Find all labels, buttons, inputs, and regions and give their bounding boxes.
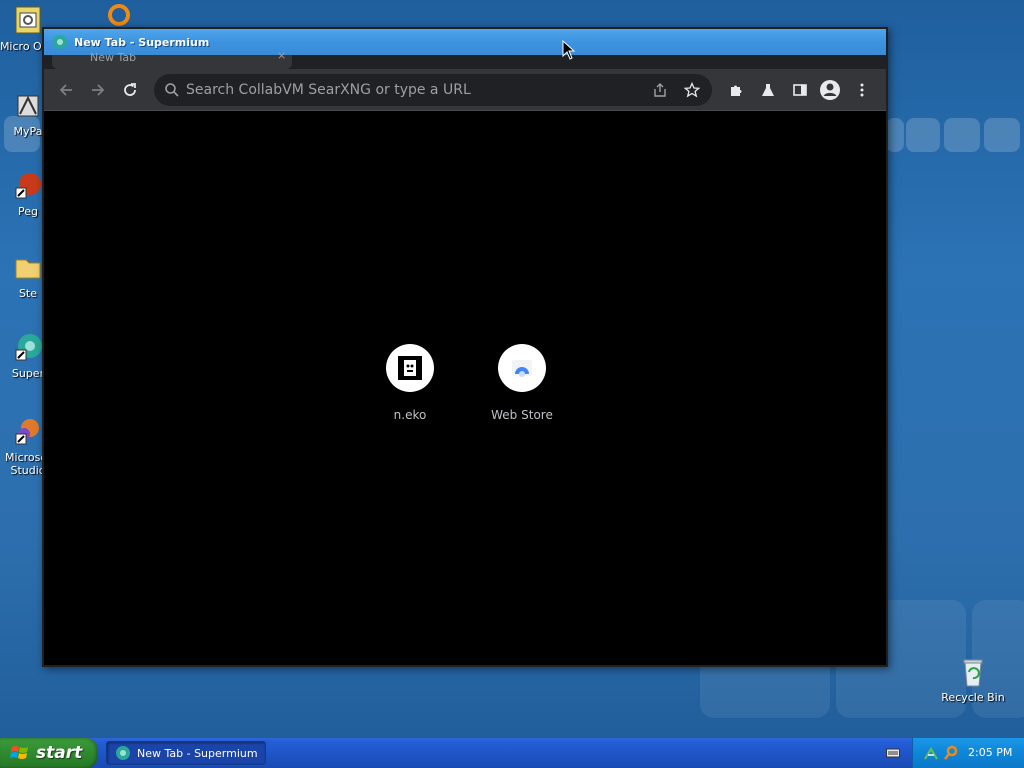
shortcut-label: n.eko bbox=[393, 408, 427, 422]
profile-button[interactable] bbox=[818, 78, 842, 102]
menu-button[interactable] bbox=[850, 78, 874, 102]
reload-button[interactable] bbox=[118, 78, 142, 102]
taskbar-item-supermium[interactable]: New Tab - Supermium bbox=[106, 741, 266, 765]
desktop-decor-tile bbox=[944, 118, 980, 152]
shortcut-tile bbox=[386, 344, 434, 392]
ring-icon bbox=[105, 2, 133, 30]
keyboard-icon[interactable] bbox=[886, 747, 900, 759]
browser-window: New Tab - Supermium New Tab × Search Col… bbox=[42, 27, 888, 667]
side-panel-icon bbox=[793, 84, 807, 96]
arrow-right-icon bbox=[92, 84, 105, 96]
arrow-left-icon bbox=[59, 84, 72, 96]
share-icon bbox=[654, 83, 666, 97]
start-button[interactable]: start bbox=[0, 738, 98, 768]
supermium-icon bbox=[12, 332, 44, 364]
supermium-icon bbox=[116, 746, 130, 760]
desktop-icon-recycle-bin[interactable]: Recycle Bin bbox=[938, 656, 1008, 704]
tab-title: New Tab bbox=[90, 51, 137, 64]
tab-close-icon[interactable]: × bbox=[277, 49, 286, 62]
supermium-icon bbox=[52, 34, 68, 50]
taskbar-item-label: New Tab - Supermium bbox=[137, 746, 258, 760]
back-button[interactable] bbox=[54, 78, 78, 102]
folder-icon bbox=[12, 252, 44, 284]
tray-clock[interactable]: 2:05 PM bbox=[968, 746, 1012, 759]
extensions-button[interactable] bbox=[724, 78, 748, 102]
tab-new-tab[interactable]: New Tab × bbox=[52, 49, 292, 69]
outlook-icon bbox=[12, 5, 44, 37]
shortcut-web-store[interactable]: Web Store bbox=[474, 344, 570, 422]
star-icon bbox=[684, 82, 700, 98]
window-titlebar[interactable]: New Tab - Supermium bbox=[44, 29, 886, 55]
recycle-bin-label: Recycle Bin bbox=[941, 691, 1005, 704]
system-tray: 2:05 PM bbox=[912, 738, 1024, 768]
taskbar: start New Tab - Supermium 2:05 PM bbox=[0, 738, 1024, 768]
windows-logo-icon bbox=[10, 746, 28, 759]
omnibox[interactable] bbox=[154, 74, 712, 106]
visual-studio-icon bbox=[12, 416, 44, 448]
shortcut-label: Web Store bbox=[491, 408, 553, 422]
more-vert-icon bbox=[860, 83, 864, 97]
forward-button[interactable] bbox=[86, 78, 110, 102]
web-store-icon bbox=[512, 360, 532, 377]
reload-icon bbox=[124, 83, 136, 96]
desktop-decor-tile bbox=[906, 118, 940, 152]
mouse-cursor-icon bbox=[562, 40, 576, 60]
shortcut-tile bbox=[498, 344, 546, 392]
mypal-icon bbox=[12, 90, 44, 122]
labs-button[interactable] bbox=[756, 78, 780, 102]
search-icon bbox=[164, 82, 180, 102]
search-tray-icon[interactable] bbox=[943, 745, 959, 761]
recycle-bin-icon bbox=[957, 656, 989, 688]
browser-toolbar bbox=[44, 69, 886, 111]
start-label: start bbox=[36, 743, 83, 763]
avatar-icon bbox=[820, 80, 840, 100]
network-icon[interactable] bbox=[923, 745, 939, 761]
window-title: New Tab - Supermium bbox=[74, 35, 210, 49]
desktop-decor-tile bbox=[984, 118, 1020, 152]
share-button[interactable] bbox=[648, 78, 672, 102]
tab-strip: New Tab × bbox=[44, 49, 886, 69]
desktop-decor-tile bbox=[886, 118, 904, 152]
omnibox-input[interactable] bbox=[186, 79, 626, 101]
shortcut-neko[interactable]: n.eko bbox=[362, 344, 458, 422]
flask-icon bbox=[762, 84, 774, 96]
pegasus-icon bbox=[12, 170, 44, 202]
neko-icon bbox=[398, 356, 422, 380]
puzzle-icon bbox=[731, 85, 742, 96]
side-panel-button[interactable] bbox=[788, 78, 812, 102]
bookmark-button[interactable] bbox=[680, 78, 704, 102]
